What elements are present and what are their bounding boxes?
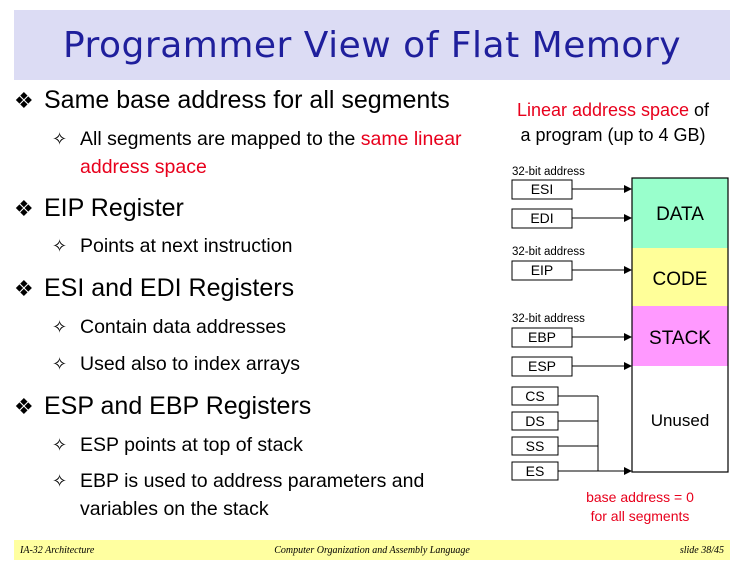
region-unused-label: Unused: [651, 411, 710, 430]
sub-bullet: ✧ EBP is used to address parameters and …: [52, 467, 480, 523]
register-eip-label: EIP: [531, 262, 554, 278]
star-bullet-icon: ✧: [52, 236, 68, 256]
star-bullet-icon: ✧: [52, 354, 68, 374]
diamond-bullet-icon: ❖: [14, 195, 34, 221]
star-bullet-icon: ✧: [52, 129, 68, 149]
sub-text: Used also to index arrays: [80, 353, 301, 375]
sub-text: Points at next instruction: [80, 235, 293, 257]
address-label-3: 32-bit address: [512, 313, 585, 325]
region-code-label: CODE: [653, 269, 708, 290]
sub-bullet: ✧ Used also to index arrays: [52, 350, 480, 378]
bullet-same-base: ❖ Same base address for all segments: [14, 86, 450, 115]
bullet-esp-ebp: ❖ ESP and EBP Registers: [14, 392, 311, 421]
footer-center: Computer Organization and Assembly Langu…: [274, 545, 470, 556]
star-bullet-icon: ✧: [52, 435, 68, 455]
sub-bullet: ✧ Contain data addresses: [52, 313, 480, 341]
bullet-eip: ❖ EIP Register: [14, 194, 184, 223]
address-label-1: 32-bit address: [512, 166, 585, 178]
bullet-text: Same base address for all segments: [44, 86, 450, 114]
bullet-esi-edi: ❖ ESI and EDI Registers: [14, 274, 294, 303]
footer-right: slide 38/45: [679, 545, 724, 556]
star-bullet-icon: ✧: [52, 471, 68, 491]
address-label-2: 32-bit address: [512, 246, 585, 258]
register-esp-label: ESP: [528, 358, 556, 374]
sub-text: EBP is used to address parameters and va…: [80, 470, 425, 520]
bullet-text: EIP Register: [44, 194, 184, 222]
base-note-line2: for all segments: [591, 508, 690, 524]
diagram-heading-red: Linear address space: [517, 100, 689, 120]
register-es-label: ES: [526, 463, 545, 479]
diamond-bullet-icon: ❖: [14, 393, 34, 419]
title-bar: Programmer View of Flat Memory: [14, 10, 730, 80]
bullet-text: ESP and EBP Registers: [44, 392, 312, 420]
sub-bullet: ✧ ESP points at top of stack: [52, 431, 480, 459]
slide-title: Programmer View of Flat Memory: [62, 24, 682, 66]
bullet-text: ESI and EDI Registers: [44, 274, 295, 302]
register-cs-label: CS: [525, 388, 544, 404]
sub-text: All segments are mapped to the: [80, 128, 361, 150]
diagram-heading-line2: a program (up to 4 GB): [520, 125, 705, 145]
register-esi-label: ESI: [531, 181, 554, 197]
memory-diagram: Linear address space of a program (up to…: [511, 100, 729, 524]
register-ss-label: SS: [526, 438, 545, 454]
sub-text: Contain data addresses: [80, 316, 286, 338]
star-bullet-icon: ✧: [52, 317, 68, 337]
register-ebp-label: EBP: [528, 329, 556, 345]
diamond-bullet-icon: ❖: [14, 87, 34, 113]
sub-bullet: ✧ Points at next instruction: [52, 232, 480, 260]
register-edi-label: EDI: [530, 210, 553, 226]
footer-bar: IA-32 Architecture Computer Organization…: [14, 540, 730, 560]
sub-bullet: ✧ All segments are mapped to the same li…: [52, 125, 480, 181]
base-note-line1: base address = 0: [586, 489, 694, 505]
sub-text: ESP points at top of stack: [80, 434, 303, 456]
diamond-bullet-icon: ❖: [14, 275, 34, 301]
diagram-heading: Linear address space of: [517, 100, 710, 120]
diagram-heading-rest: of: [689, 100, 710, 120]
register-ds-label: DS: [525, 413, 544, 429]
region-stack-label: STACK: [649, 328, 711, 349]
region-data-label: DATA: [656, 204, 704, 225]
